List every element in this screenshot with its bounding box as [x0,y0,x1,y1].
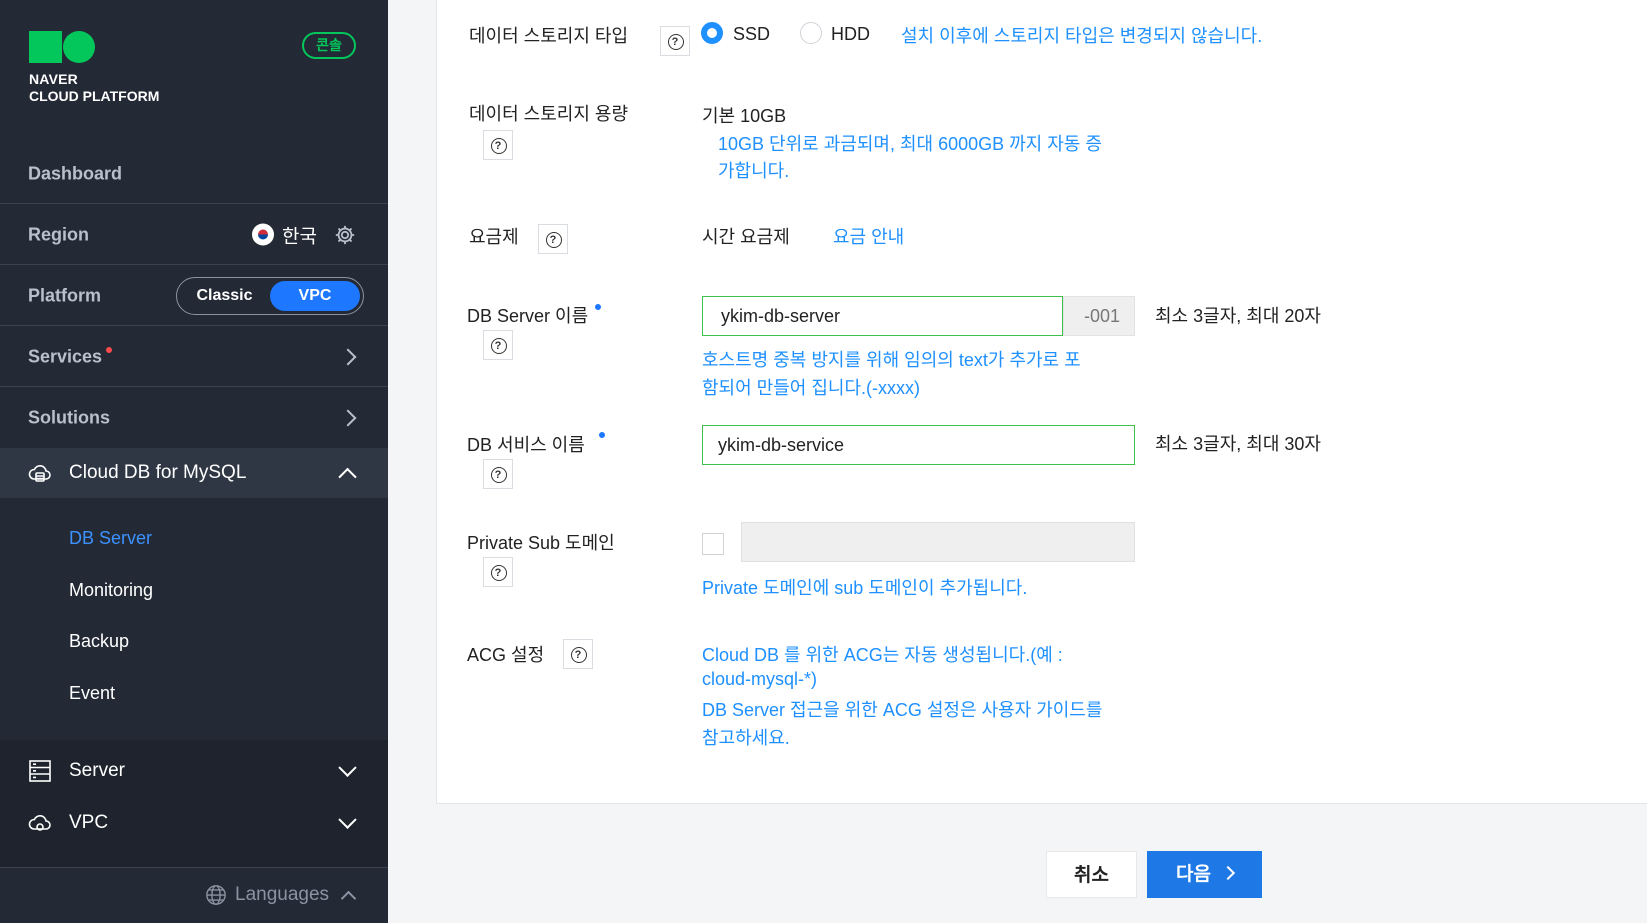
storage-size-note-line2: 가합니다. [718,161,790,181]
solutions-label: Solutions [28,407,110,428]
db-server-name-input[interactable]: ykim-db-server [702,296,1063,336]
sidebar-item-platform: Platform Classic VPC [0,266,388,326]
db-server-name-note-line1: 호스트명 중복 방지를 위해 임의의 text가 추가로 포 [702,350,1081,370]
required-dot [595,304,601,310]
submenu-item-monitoring[interactable]: Monitoring [69,580,153,601]
cloud-db-icon [28,465,51,482]
korea-flag-icon [252,223,274,246]
sidebar-item-server[interactable]: Server [0,746,388,796]
region-selector[interactable]: 한국 [252,221,317,248]
chevron-right-icon [339,348,357,365]
sidebar-item-dashboard[interactable]: Dashboard [0,144,388,204]
form-panel: 데이터 스토리지 타입 ? SSD HDD 설치 이후에 스토리지 타입은 변경… [436,0,1647,804]
gear-icon[interactable] [334,224,356,246]
vpc-cloud-icon [28,815,51,831]
db-server-name-limit: 최소 3글자, 최대 20자 [1155,306,1321,326]
chevron-down-icon [338,758,357,777]
region-label: Region [28,224,89,244]
storage-size-value: 기본 10GB [702,106,787,126]
db-server-name-help-icon[interactable]: ? [483,330,513,360]
db-service-name-limit: 최소 3글자, 최대 30자 [1155,434,1321,454]
chevron-right-icon [1220,865,1236,881]
storage-type-ssd-label[interactable]: SSD [733,24,770,45]
storage-size-note-line1: 10GB 단위로 과금되며, 최대 6000GB 까지 자동 증 [718,134,1102,154]
required-dot [599,432,605,438]
storage-type-hdd-radio[interactable] [800,22,822,44]
storage-type-help-icon[interactable]: ? [660,26,690,56]
logo-text-cloud-platform: CLOUD PLATFORM [29,88,160,104]
private-sub-domain-input[interactable] [741,522,1135,562]
db-server-name-suffix: -001 [1063,296,1135,336]
cloud-db-submenu: DB Server Monitoring Backup Event [0,498,388,740]
private-sub-domain-note: Private 도메인에 sub 도메인이 추가됩니다. [702,578,1028,598]
storage-type-ssd-radio[interactable] [701,22,723,44]
db-service-name-input[interactable]: ykim-db-service [702,425,1135,465]
cancel-button-label: 취소 [1074,865,1109,886]
acg-note-line3: DB Server 접근을 위한 ACG 설정은 사용자 가이드를 [702,700,1103,720]
dashboard-label: Dashboard [28,163,123,183]
db-service-name-help-icon[interactable]: ? [483,459,513,489]
next-button[interactable]: 다음 [1147,851,1262,898]
storage-size-label: 데이터 스토리지 용량 [469,104,629,124]
chevron-up-icon [340,890,357,906]
languages-selector[interactable]: Languages [205,884,357,906]
languages-label: Languages [235,884,330,905]
sidebar-lower-group: Server VPC [0,740,388,868]
storage-type-note: 설치 이후에 스토리지 타입은 변경되지 않습니다. [901,26,1263,46]
region-value: 한국 [282,226,317,247]
chevron-up-icon [338,467,357,487]
sidebar-item-vpc[interactable]: VPC [0,798,388,848]
globe-icon [206,885,226,905]
acg-note-line2: cloud-mysql-*) [702,669,818,689]
server-icon [29,760,51,782]
console-badge[interactable]: 콘솔 [302,32,356,59]
pricing-value: 시간 요금제 [702,227,790,247]
submenu-item-backup[interactable]: Backup [69,631,129,652]
pricing-help-icon[interactable]: ? [538,224,568,254]
private-sub-domain-help-icon[interactable]: ? [483,557,513,587]
sidebar-item-region: Region 한국 [0,205,388,265]
submenu-item-event[interactable]: Event [69,683,115,704]
pricing-label: 요금제 [469,227,519,247]
acg-label: ACG 설정 [467,645,545,665]
platform-vpc-option[interactable]: VPC [270,280,360,311]
logo-square [29,31,62,63]
vpc-label: VPC [69,812,109,833]
db-service-name-label: DB 서비스 이름 [467,435,585,455]
services-label: Services [28,346,103,366]
submenu-item-db-server[interactable]: DB Server [69,528,152,549]
services-notification-dot [106,347,112,353]
platform-toggle[interactable]: Classic VPC [176,276,364,315]
private-sub-domain-checkbox[interactable] [702,533,724,555]
sidebar-item-services[interactable]: Services [0,327,388,387]
db-server-name-label: DB Server 이름 [467,306,589,326]
cancel-button[interactable]: 취소 [1046,851,1137,898]
cloud-db-label: Cloud DB for MySQL [69,462,247,483]
acg-help-icon[interactable]: ? [563,639,593,669]
server-label: Server [69,760,125,781]
platform-classic-option[interactable]: Classic [177,278,272,314]
logo-circle [63,31,95,63]
platform-label: Platform [28,285,102,305]
sidebar-item-cloud-db-mysql[interactable]: Cloud DB for MySQL [0,448,388,498]
private-sub-domain-label: Private Sub 도메인 [467,533,615,553]
sidebar-item-solutions[interactable]: Solutions [0,388,388,448]
storage-type-hdd-label[interactable]: HDD [831,24,870,45]
acg-note-line1: Cloud DB 를 위한 ACG는 자동 생성됩니다.(예 : [702,645,1063,665]
db-server-name-note-line2: 함되어 만들어 집니다.(-xxxx) [702,378,921,398]
pricing-guide-link[interactable]: 요금 안내 [833,223,904,249]
chevron-down-icon [338,810,357,829]
acg-note-line4: 참고하세요. [702,728,790,748]
logo-text-naver: NAVER [29,71,78,87]
next-button-label: 다음 [1176,864,1211,885]
storage-size-help-icon[interactable]: ? [483,130,513,160]
chevron-right-icon [339,409,357,427]
storage-type-label: 데이터 스토리지 타입 [469,26,629,46]
sidebar: NAVER CLOUD PLATFORM 콘솔 Dashboard Region… [0,0,388,923]
